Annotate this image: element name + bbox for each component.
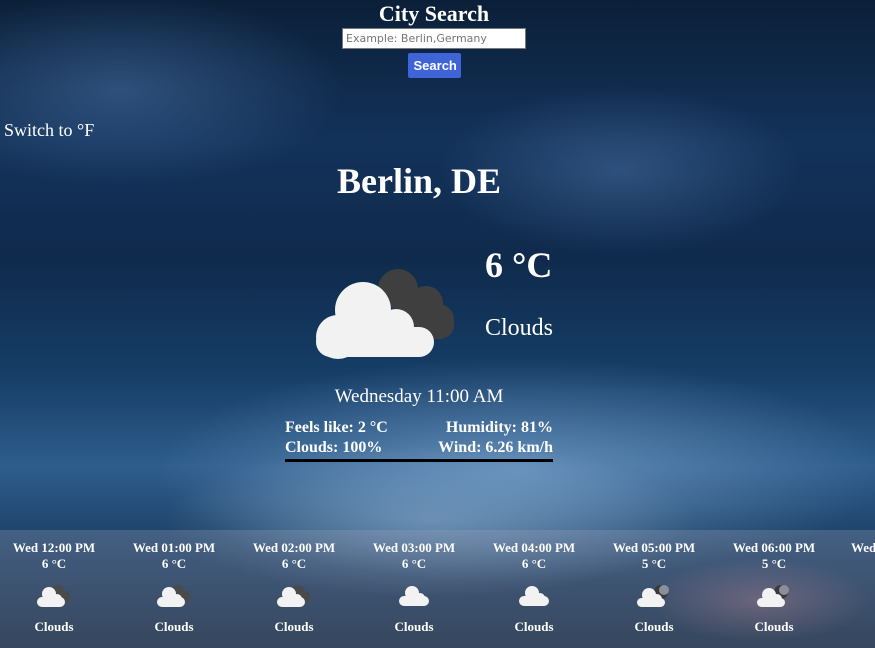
forecast-item: Wed bbox=[840, 540, 875, 556]
forecast-item: Wed 01:00 PM 6 °C Clouds bbox=[120, 540, 228, 635]
current-weather: 6 °C Clouds bbox=[308, 240, 568, 370]
forecast-temp: 6 °C bbox=[521, 556, 547, 571]
feels-like: Feels like: 2 °C bbox=[285, 419, 388, 436]
current-temperature: 6 °C bbox=[485, 245, 553, 285]
forecast-temp: 5 °C bbox=[761, 556, 787, 571]
forecast-condition: Clouds bbox=[394, 619, 434, 634]
hourly-forecast-strip[interactable]: Wed 12:00 PM 6 °C Clouds Wed 01:00 PM 6 … bbox=[0, 530, 875, 648]
forecast-condition: Clouds bbox=[634, 619, 674, 634]
forecast-time: Wed 03:00 PM bbox=[372, 540, 456, 555]
overcast-cloud-icon bbox=[399, 586, 429, 606]
broken-clouds-icon bbox=[277, 585, 310, 607]
city-search-input[interactable] bbox=[342, 28, 526, 49]
forecast-item: Wed 12:00 PM 6 °C Clouds bbox=[0, 540, 108, 635]
search-title: City Search bbox=[378, 1, 490, 26]
forecast-item: Wed 02:00 PM 6 °C Clouds bbox=[240, 540, 348, 635]
forecast-temp: 6 °C bbox=[401, 556, 427, 571]
forecast-time: Wed bbox=[851, 540, 875, 555]
forecast-temp: 6 °C bbox=[281, 556, 307, 571]
overcast-cloud-icon bbox=[519, 586, 549, 606]
forecast-time: Wed 01:00 PM bbox=[132, 540, 216, 555]
current-condition: Clouds bbox=[485, 315, 554, 341]
city-search-panel: City Search Search bbox=[0, 0, 868, 78]
unit-switch-link[interactable]: Switch to °F bbox=[4, 120, 94, 141]
forecast-condition: Clouds bbox=[154, 619, 194, 634]
forecast-time: Wed 12:00 PM bbox=[12, 540, 96, 555]
forecast-item: Wed 04:00 PM 6 °C Clouds bbox=[480, 540, 588, 635]
forecast-item: Wed 06:00 PM 5 °C Clouds bbox=[720, 540, 828, 635]
forecast-condition: Clouds bbox=[754, 619, 794, 634]
forecast-temp: 6 °C bbox=[41, 556, 67, 571]
forecast-temp: 6 °C bbox=[161, 556, 187, 571]
humidity: Humidity: 81% bbox=[445, 419, 553, 436]
forecast-temp: 5 °C bbox=[641, 556, 667, 571]
search-button[interactable]: Search bbox=[407, 53, 461, 78]
night-clouds-icon bbox=[637, 585, 669, 607]
wind-speed: Wind: 6.26 km/h bbox=[438, 439, 553, 456]
broken-clouds-icon bbox=[37, 585, 70, 607]
night-clouds-icon bbox=[757, 585, 789, 607]
broken-clouds-icon bbox=[316, 269, 454, 359]
forecast-time: Wed 04:00 PM bbox=[492, 540, 576, 555]
forecast-time: Wed 05:00 PM bbox=[612, 540, 696, 555]
forecast-time: Wed 02:00 PM bbox=[252, 540, 336, 555]
broken-clouds-icon bbox=[157, 585, 190, 607]
forecast-item: Wed 05:00 PM 5 °C Clouds bbox=[600, 540, 708, 635]
cloud-cover: Clouds: 100% bbox=[285, 439, 383, 456]
weather-details: Feels like: 2 °C Humidity: 81% Clouds: 1… bbox=[285, 418, 553, 462]
forecast-condition: Clouds bbox=[34, 619, 74, 634]
forecast-condition: Clouds bbox=[514, 619, 554, 634]
city-name: Berlin, DE bbox=[336, 161, 501, 201]
forecast-item: Wed 03:00 PM 6 °C Clouds bbox=[360, 540, 468, 635]
current-datetime: Wednesday 11:00 AM bbox=[334, 386, 504, 407]
forecast-condition: Clouds bbox=[274, 619, 314, 634]
forecast-time: Wed 06:00 PM bbox=[732, 540, 816, 555]
